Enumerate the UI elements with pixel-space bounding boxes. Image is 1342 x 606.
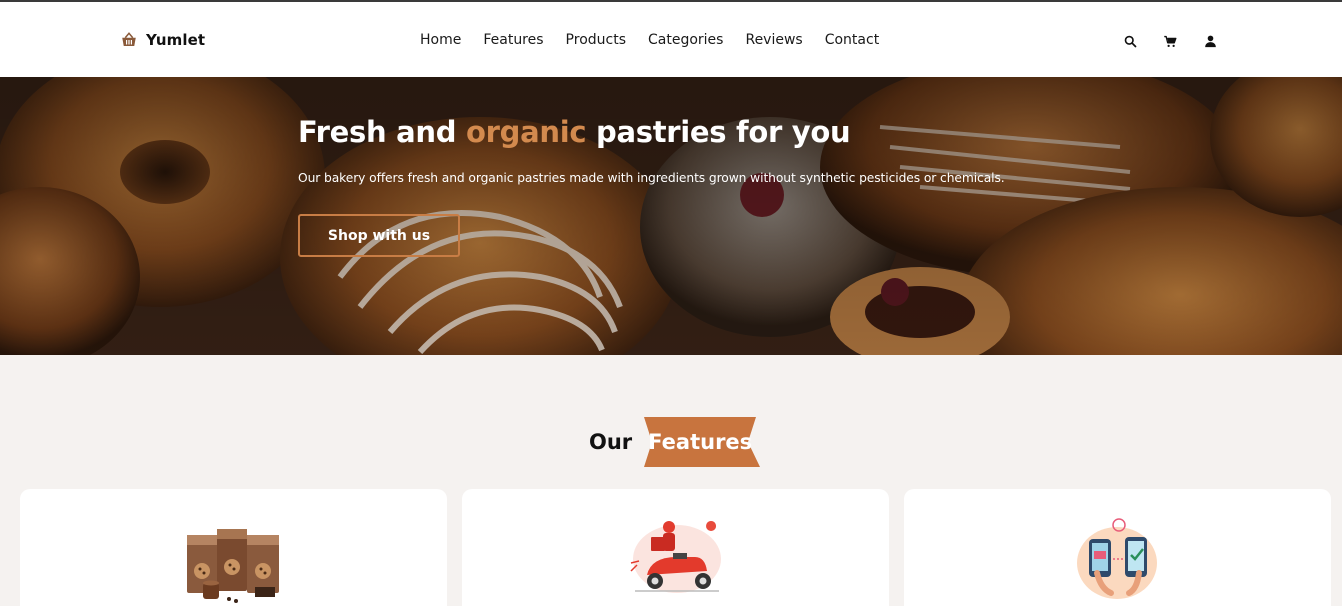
hero-subtitle: Our bakery offers fresh and organic past… <box>298 171 1005 185</box>
cookie-packages-illustration <box>187 529 279 603</box>
nav-link-contact[interactable]: Contact <box>825 32 879 48</box>
feature-card-2 <box>462 489 889 606</box>
main-nav: Home Features Products Categories Review… <box>420 28 901 52</box>
search-icon[interactable] <box>1122 33 1138 49</box>
feature-card-1 <box>20 489 447 606</box>
features-heading-badge-text: Features <box>648 430 753 454</box>
features-heading-plain: Our <box>589 430 633 454</box>
user-icon[interactable] <box>1202 33 1218 49</box>
nav-link-products[interactable]: Products <box>566 32 626 48</box>
navbar: Yumlet Home Features Products Categories… <box>0 2 1342 77</box>
basket-icon <box>122 32 136 46</box>
features-heading: Our Features <box>589 415 762 469</box>
brand-logo[interactable]: Yumlet <box>120 28 205 52</box>
nav-link-categories[interactable]: Categories <box>648 32 723 48</box>
delivery-scooter-illustration <box>630 521 721 593</box>
nav-link-features[interactable]: Features <box>483 32 543 48</box>
hero-banner: Fresh and organic pastries for you Our b… <box>0 77 1342 355</box>
brand-name: Yumlet <box>146 31 206 49</box>
nav-icons <box>1122 31 1218 51</box>
hero-title-part-1: Fresh and <box>298 115 466 149</box>
nav-link-reviews[interactable]: Reviews <box>745 32 802 48</box>
feature-card-3 <box>904 489 1331 606</box>
features-heading-badge: Features <box>638 415 762 469</box>
nav-link-home[interactable]: Home <box>420 32 461 48</box>
hero-title: Fresh and organic pastries for you <box>298 115 851 149</box>
hero-title-part-2: pastries for you <box>586 115 851 149</box>
shop-with-us-button[interactable]: Shop with us <box>298 214 460 257</box>
mobile-payment-illustration <box>1077 518 1157 599</box>
cart-icon[interactable] <box>1162 33 1178 49</box>
hero-title-accent: organic <box>466 115 587 149</box>
